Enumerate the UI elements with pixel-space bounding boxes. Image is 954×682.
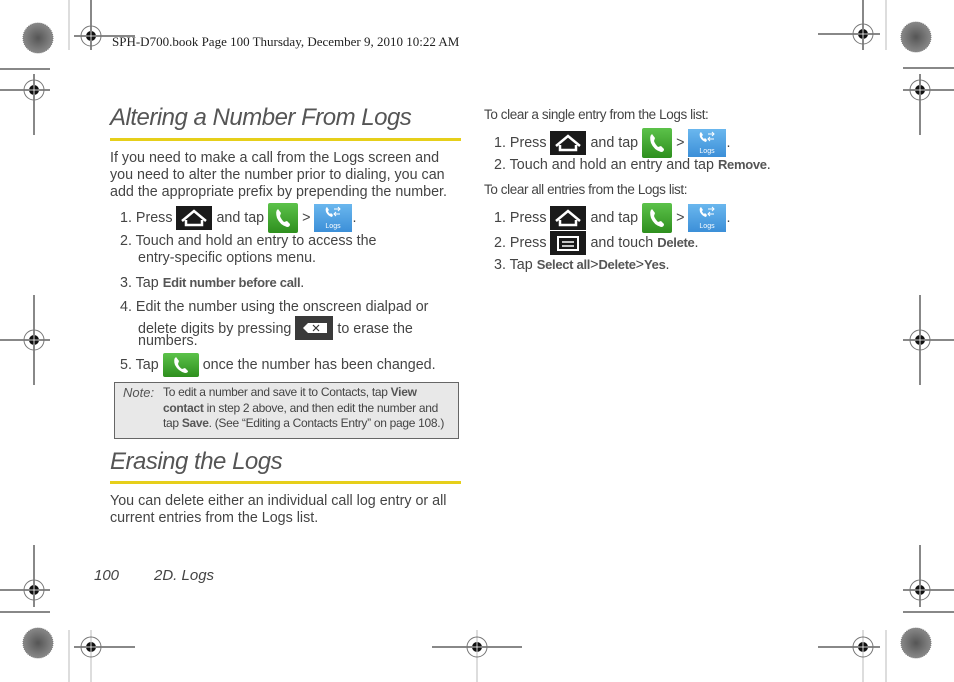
phone-app-icon (642, 128, 673, 158)
print-slug: SPH-D700.book Page 100 Thursday, Decembe… (112, 34, 460, 49)
note-box: Note: To edit a number and save it to Co… (114, 382, 459, 439)
home-key-icon (176, 206, 213, 230)
menu-option-delete: Delete (657, 234, 695, 250)
menu-key-icon (550, 231, 587, 255)
menu-option-remove: Remove (717, 157, 767, 172)
title-rule (110, 481, 461, 484)
menu-option-edit-number: Edit number before call (162, 275, 301, 290)
title-rule (110, 138, 461, 141)
step-1-altering: 1. Press and tap > Logs . (120, 203, 356, 233)
heading-clear-single: To clear a single entry from the Logs li… (484, 107, 709, 122)
page-number: 100 (94, 567, 120, 584)
section-title-altering: Altering a Number From Logs (110, 104, 412, 131)
phone-app-icon (268, 203, 299, 233)
step-4-altering-cont2: numbers. (138, 333, 198, 349)
step-3-all: 3. Tap Select all>Delete>Yes. (494, 257, 670, 273)
home-key-icon (550, 131, 587, 155)
intro-erasing: You can delete either an individual call… (110, 493, 447, 526)
step-2-single: 2. Touch and hold an entry and tap Remov… (494, 157, 771, 173)
svg-text:Logs: Logs (700, 148, 716, 155)
step-5-altering: 5. Tap once the number has been changed. (120, 353, 436, 377)
starburst-mark-bottom-right (900, 627, 932, 659)
step-4-altering: 4. Edit the number using the onscreen di… (120, 299, 429, 315)
step-3-altering: 3. Tap Edit number before call. (120, 275, 305, 291)
heading-clear-all: To clear all entries from the Logs list: (484, 182, 688, 197)
logs-tab-icon: Logs (688, 204, 727, 232)
step-1-all: 1. Press and tap > Logs . (494, 203, 730, 233)
note-text: To edit a number and save it to Contacts… (163, 385, 445, 430)
home-key-icon (550, 206, 587, 230)
section-title-erasing: Erasing the Logs (110, 448, 283, 475)
step-2-all: 2. Press and touch Delete. (494, 231, 698, 255)
starburst-mark-top-left (22, 22, 54, 54)
note-label: Note: (123, 385, 155, 400)
section-name: 2D. Logs (154, 567, 215, 584)
step-1-single: 1. Press and tap > Logs . (494, 128, 730, 158)
svg-text:Logs: Logs (326, 223, 342, 230)
starburst-mark-bottom-left (22, 627, 54, 659)
intro-altering: If you need to make a call from the Logs… (110, 150, 448, 200)
phone-call-icon (162, 353, 199, 377)
phone-app-icon (642, 203, 673, 233)
logs-tab-icon: Logs (314, 204, 353, 232)
logs-tab-icon: Logs (688, 129, 727, 157)
step-2-altering: 2. Touch and hold an entry to access the (120, 233, 377, 249)
step-2-altering-cont: entry-specific options menu. (138, 250, 316, 266)
svg-text:Logs: Logs (700, 223, 716, 230)
starburst-mark-top-right (900, 21, 932, 53)
backspace-key-icon (295, 316, 334, 340)
